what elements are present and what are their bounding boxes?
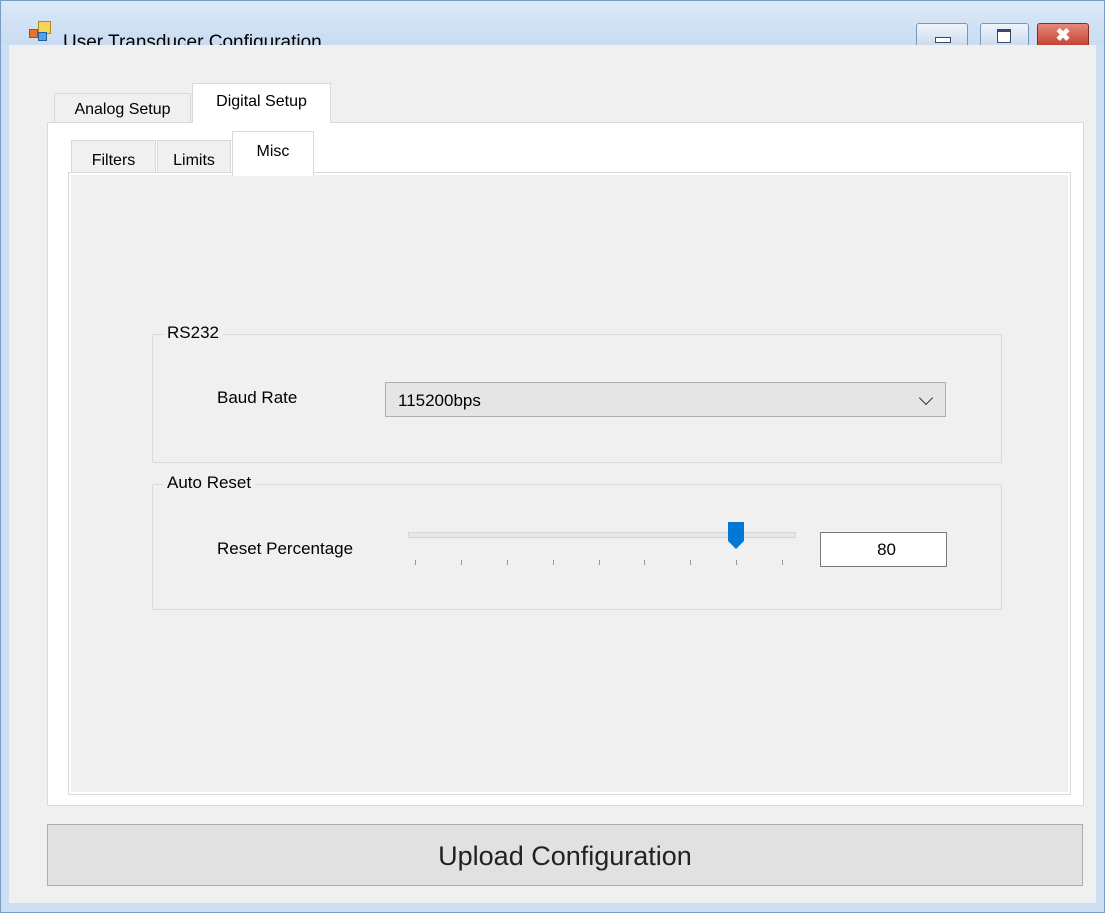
maximize-icon [997, 29, 1011, 43]
baud-rate-value: 115200bps [398, 391, 481, 410]
tab-filters[interactable]: Filters [71, 140, 156, 174]
slider-tick [552, 560, 554, 565]
reset-percentage-slider[interactable] [405, 522, 800, 575]
slider-tick [460, 560, 462, 565]
rs232-legend: RS232 [163, 323, 223, 343]
slider-tick [415, 560, 416, 565]
auto-reset-legend: Auto Reset [163, 473, 256, 493]
title-bar[interactable]: User Transducer Configuration ✖ [1, 1, 1104, 53]
close-icon: ✖ [1055, 25, 1071, 45]
rs232-group: RS232 Baud Rate 115200bps [152, 323, 1002, 463]
tab-digital-setup[interactable]: Digital Setup [192, 83, 331, 123]
slider-thumb[interactable] [726, 521, 746, 551]
reset-percentage-label: Reset Percentage [217, 539, 354, 558]
slider-tick [736, 560, 738, 565]
slider-tick [644, 560, 646, 565]
upload-configuration-button[interactable]: Upload Configuration [47, 824, 1083, 886]
slider-tick [506, 560, 508, 565]
slider-tick [782, 560, 783, 565]
client-area: Analog Setup Digital Setup Filters Limit… [9, 45, 1096, 903]
main-window: User Transducer Configuration ✖ Analog S… [0, 0, 1105, 913]
baud-rate-dropdown[interactable]: 115200bps [385, 382, 946, 417]
minimize-icon [935, 37, 951, 43]
slider-tick [598, 560, 600, 565]
baud-rate-label: Baud Rate [217, 388, 298, 407]
chevron-down-icon [918, 390, 934, 406]
tab-misc[interactable]: Misc [232, 131, 314, 176]
tab-limits[interactable]: Limits [157, 140, 231, 174]
tab-analog-setup[interactable]: Analog Setup [54, 93, 191, 123]
reset-percentage-input[interactable] [820, 532, 947, 567]
slider-tick [690, 560, 692, 565]
auto-reset-group: Auto Reset Reset Percentage [152, 473, 1002, 610]
